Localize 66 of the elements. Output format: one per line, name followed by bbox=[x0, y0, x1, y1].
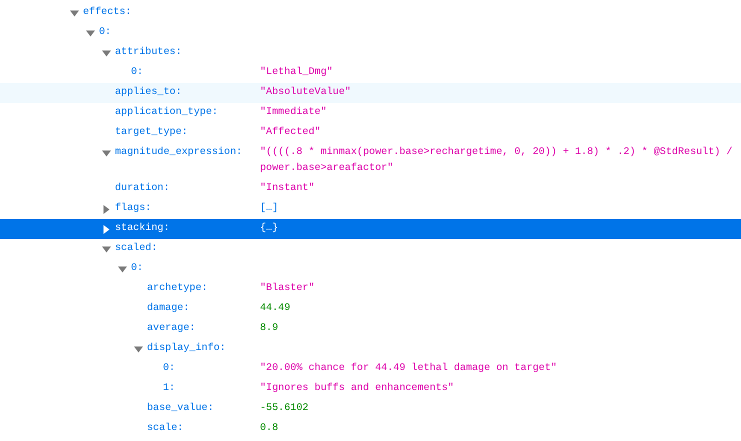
tree-row[interactable]: average: 8.9 bbox=[0, 319, 741, 339]
property-value: "Lethal_Dmg" bbox=[260, 66, 334, 80]
property-key: 1: bbox=[163, 381, 176, 397]
tree-row[interactable]: 0: bbox=[0, 23, 741, 43]
tree-row[interactable]: scaled: bbox=[0, 239, 741, 259]
property-value: "Blaster" bbox=[260, 282, 316, 296]
property-key: 0: bbox=[131, 261, 144, 277]
caret-right-icon[interactable] bbox=[102, 224, 111, 234]
caret-down-icon[interactable] bbox=[102, 244, 111, 254]
tree-row[interactable]: applies_to: "AbsoluteValue" bbox=[0, 83, 741, 103]
property-value: "((((.8 * minmax(power.base>rechargetime, 0, 20)) + 1.8) * .2) * @StdResult) / power.base>areafactor" bbox=[260, 146, 734, 176]
tree-row[interactable]: display_info: bbox=[0, 339, 741, 359]
caret-down-icon[interactable] bbox=[118, 264, 127, 274]
property-key: archetype: bbox=[147, 281, 208, 297]
property-key: scale: bbox=[147, 421, 184, 437]
property-key: stacking: bbox=[115, 221, 170, 237]
property-key: target_type: bbox=[115, 125, 188, 141]
property-key: attributes: bbox=[115, 45, 182, 61]
tree-row[interactable]: scale: 0.8 bbox=[0, 419, 741, 439]
tree-row[interactable]: 0: "Lethal_Dmg" bbox=[0, 63, 741, 83]
caret-right-icon[interactable] bbox=[102, 204, 111, 214]
property-key: 0: bbox=[131, 65, 144, 81]
tree-row[interactable]: 0: "20.00% chance for 44.49 lethal damage on target" bbox=[0, 359, 741, 379]
tree-row[interactable]: application_type: "Immediate" bbox=[0, 103, 741, 123]
property-value: 8.9 bbox=[260, 322, 280, 336]
property-key: scaled: bbox=[115, 241, 158, 257]
tree-row[interactable]: target_type: "Affected" bbox=[0, 123, 741, 143]
tree-row[interactable]: effects: bbox=[0, 3, 741, 23]
property-value: 44.49 bbox=[260, 302, 292, 316]
property-key: application_type: bbox=[115, 105, 218, 121]
property-key: flags: bbox=[115, 201, 152, 217]
tree-row[interactable]: duration: "Instant" bbox=[0, 179, 741, 199]
property-value: "Ignores buffs and enhancements" bbox=[260, 382, 455, 396]
caret-down-icon[interactable] bbox=[102, 48, 111, 58]
tree-row[interactable]: flags: […] bbox=[0, 199, 741, 219]
property-value: -55.6102 bbox=[260, 402, 310, 416]
property-value: "Instant" bbox=[260, 182, 316, 196]
property-key: 0: bbox=[99, 25, 112, 41]
property-key: display_info: bbox=[147, 341, 226, 357]
tree-row[interactable]: magnitude_expression: "((((.8 * minmax(power.base>rechargetime, 0, 20)) + 1.8) * .2) * @StdResult) / power.base>areafactor" bbox=[0, 143, 741, 179]
tree-row[interactable]: stacking: {…} bbox=[0, 219, 741, 239]
caret-down-icon[interactable] bbox=[134, 344, 143, 354]
property-key: base_value: bbox=[147, 401, 214, 417]
property-key: duration: bbox=[115, 181, 170, 197]
tree-row[interactable]: archetype: "Blaster" bbox=[0, 279, 741, 299]
property-key: applies_to: bbox=[115, 85, 182, 101]
tree-row[interactable]: 0: bbox=[0, 259, 741, 279]
property-key: effects: bbox=[83, 5, 132, 21]
property-key: magnitude_expression: bbox=[115, 145, 242, 161]
property-key: 0: bbox=[163, 361, 176, 377]
caret-down-icon[interactable] bbox=[86, 28, 95, 38]
property-key: damage: bbox=[147, 301, 190, 317]
collapsed-value: {…} bbox=[260, 222, 280, 236]
tree-row[interactable]: attributes: bbox=[0, 43, 741, 63]
tree-row[interactable]: damage: 44.49 bbox=[0, 299, 741, 319]
property-value: "Immediate" bbox=[260, 106, 328, 120]
property-value: "AbsoluteValue" bbox=[260, 86, 352, 100]
tree-row[interactable]: base_value: -55.6102 bbox=[0, 399, 741, 419]
caret-down-icon[interactable] bbox=[102, 148, 111, 158]
collapsed-value: […] bbox=[260, 202, 280, 216]
caret-down-icon[interactable] bbox=[70, 8, 79, 18]
tree-row[interactable]: 1: "Ignores buffs and enhancements" bbox=[0, 379, 741, 399]
property-value: "20.00% chance for 44.49 lethal damage on target" bbox=[260, 362, 558, 376]
property-value: "Affected" bbox=[260, 126, 322, 140]
property-value: 0.8 bbox=[260, 422, 280, 436]
property-key: average: bbox=[147, 321, 196, 337]
